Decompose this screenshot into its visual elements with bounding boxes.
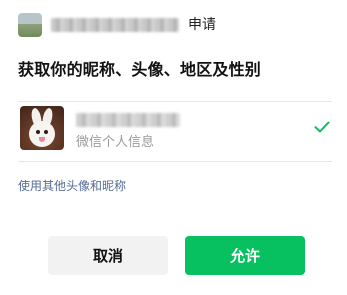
request-label: 申请 xyxy=(188,17,216,33)
cancel-button[interactable]: 取消 xyxy=(48,236,168,275)
use-other-profile-link[interactable]: 使用其他头像和昵称 xyxy=(18,178,126,194)
allow-button[interactable]: 允许 xyxy=(185,236,305,275)
app-logo-icon xyxy=(18,13,42,37)
authorization-header: 申请 xyxy=(18,13,318,37)
profile-option-row[interactable]: 微信个人信息 xyxy=(18,101,334,161)
app-name-redacted xyxy=(51,18,179,32)
bunny-avatar-icon xyxy=(20,106,64,150)
checkmark-icon xyxy=(314,121,330,133)
divider-bottom xyxy=(18,161,332,162)
permission-title: 获取你的昵称、头像、地区及性别 xyxy=(18,60,262,79)
nickname-redacted xyxy=(76,113,180,127)
profile-subtitle: 微信个人信息 xyxy=(76,135,155,150)
